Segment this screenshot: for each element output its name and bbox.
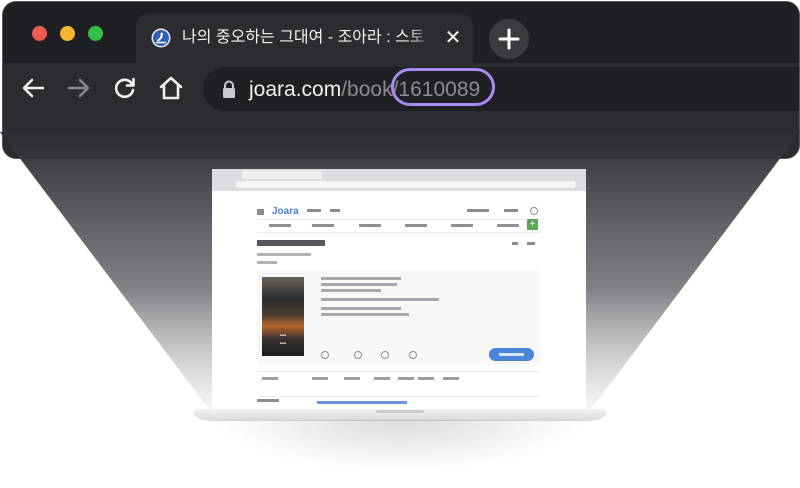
preview-description-line xyxy=(321,313,409,316)
preview-description-line xyxy=(321,283,397,286)
book-page-preview: Joara + ▪▪▪ ▪▪▪ xyxy=(212,169,586,409)
preview-nav-item xyxy=(497,224,519,227)
preview-nav-item xyxy=(359,224,381,227)
preview-description-line xyxy=(321,307,401,310)
preview-description-line xyxy=(321,289,381,292)
preview-browser-chrome xyxy=(212,169,586,191)
preview-nav-item xyxy=(269,224,291,227)
preview-category-nav xyxy=(257,219,541,233)
device-shadow xyxy=(214,420,586,472)
preview-nav-link xyxy=(307,209,321,212)
preview-tab-item xyxy=(262,377,278,380)
preview-star-icon xyxy=(381,351,389,359)
preview-nav-link xyxy=(330,209,340,212)
preview-tab-row xyxy=(257,371,541,382)
preview-book-author xyxy=(257,261,277,264)
preview-nav-item xyxy=(451,224,473,227)
preview-tab-item xyxy=(374,377,390,380)
preview-user-link xyxy=(467,209,489,212)
preview-more-icon xyxy=(527,242,535,245)
preview-tab-item xyxy=(312,377,328,380)
preview-tab-item xyxy=(443,377,459,380)
joara-logo: Joara xyxy=(272,206,299,217)
preview-read-button-label xyxy=(499,353,524,356)
preview-nav-item xyxy=(312,224,334,227)
preview-search-icon xyxy=(530,207,538,215)
preview-description-line xyxy=(321,277,401,280)
preview-action-bar xyxy=(321,351,471,360)
preview-book-title xyxy=(257,240,325,246)
preview-section-label xyxy=(257,399,279,402)
preview-heart-icon xyxy=(354,351,362,359)
preview-person-icon xyxy=(321,351,329,359)
preview-share-icon xyxy=(512,242,518,245)
preview-description-line xyxy=(321,298,439,301)
preview-divider xyxy=(257,396,541,397)
preview-book-meta xyxy=(257,253,311,256)
preview-nav-item xyxy=(405,224,427,227)
preview-cover-title: ▪▪▪ ▪▪▪ xyxy=(279,333,287,347)
preview-url-bar xyxy=(236,181,576,188)
preview-tab-item xyxy=(398,377,414,380)
preview-login-link xyxy=(504,209,518,212)
preview-tab-item xyxy=(418,377,434,380)
preview-comment-icon xyxy=(409,351,417,359)
preview-tab xyxy=(242,171,322,179)
preview-section-link xyxy=(317,401,407,404)
menu-icon-bar xyxy=(257,212,264,215)
plus-icon: + xyxy=(527,219,538,230)
preview-tab-item xyxy=(344,377,360,380)
